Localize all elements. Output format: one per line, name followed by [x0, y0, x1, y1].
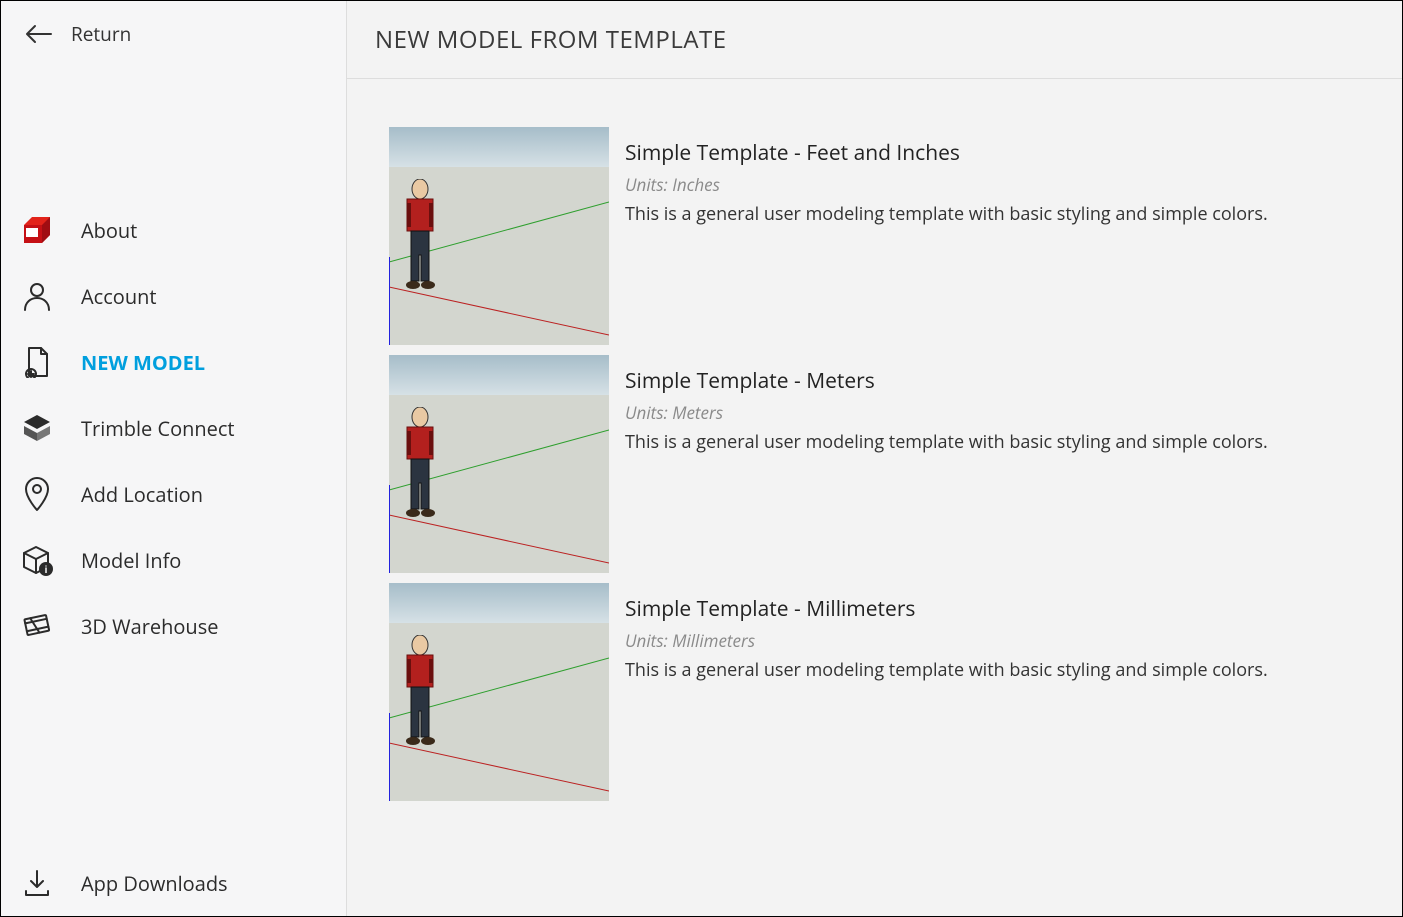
sidebar-item-app-downloads[interactable]: App Downloads — [1, 850, 346, 916]
nav-label: Add Location — [81, 481, 203, 508]
nav-label: App Downloads — [81, 870, 228, 897]
return-button[interactable]: Return — [1, 1, 346, 67]
template-description: This is a general user modeling template… — [625, 430, 1268, 454]
template-units: Units: Millimeters — [625, 629, 1268, 652]
nav-label: NEW MODEL — [81, 349, 205, 376]
sketchup-logo-icon — [19, 212, 55, 248]
svg-text:i: i — [45, 565, 48, 576]
template-description: This is a general user modeling template… — [625, 202, 1268, 226]
template-description: This is a general user modeling template… — [625, 658, 1268, 682]
sidebar-item-new-model[interactable]: NEW MODEL — [1, 329, 346, 395]
nav-label: 3D Warehouse — [81, 613, 218, 640]
sidebar-item-account[interactable]: Account — [1, 263, 346, 329]
person-figure-icon — [395, 635, 445, 750]
arrow-left-icon — [25, 24, 53, 44]
return-label: Return — [71, 21, 131, 47]
sidebar-item-trimble-connect[interactable]: Trimble Connect — [1, 395, 346, 461]
main-panel: NEW MODEL FROM TEMPLATE — [347, 1, 1402, 916]
template-units: Units: Meters — [625, 401, 1268, 424]
model-info-icon: i — [19, 542, 55, 578]
template-text: Simple Template - Millimeters Units: Mil… — [625, 583, 1268, 801]
new-file-icon — [19, 344, 55, 380]
template-feet-inches[interactable]: Simple Template - Feet and Inches Units:… — [389, 127, 1360, 345]
sidebar-nav: About Account NEW MODEL Trimble Connect — [1, 197, 346, 659]
template-title: Simple Template - Feet and Inches — [625, 139, 1268, 167]
template-thumbnail — [389, 127, 609, 345]
app-window: Return About Account NEW MODEL — [1, 1, 1402, 916]
sidebar: Return About Account NEW MODEL — [1, 1, 347, 916]
template-units: Units: Inches — [625, 173, 1268, 196]
person-figure-icon — [395, 179, 445, 294]
template-title: Simple Template - Meters — [625, 367, 1268, 395]
nav-label: About — [81, 217, 137, 244]
download-icon — [19, 865, 55, 901]
sidebar-item-3d-warehouse[interactable]: 3D Warehouse — [1, 593, 346, 659]
template-thumbnail — [389, 583, 609, 801]
template-thumbnail — [389, 355, 609, 573]
template-list: Simple Template - Feet and Inches Units:… — [347, 79, 1402, 859]
nav-label: Trimble Connect — [81, 415, 235, 442]
sidebar-item-model-info[interactable]: i Model Info — [1, 527, 346, 593]
sidebar-item-about[interactable]: About — [1, 197, 346, 263]
trimble-connect-icon — [19, 410, 55, 446]
sidebar-item-add-location[interactable]: Add Location — [1, 461, 346, 527]
template-text: Simple Template - Meters Units: Meters T… — [625, 355, 1268, 573]
location-pin-icon — [19, 476, 55, 512]
user-icon — [19, 278, 55, 314]
template-text: Simple Template - Feet and Inches Units:… — [625, 127, 1268, 345]
warehouse-icon — [19, 608, 55, 644]
template-title: Simple Template - Millimeters — [625, 595, 1268, 623]
person-figure-icon — [395, 407, 445, 522]
page-title: NEW MODEL FROM TEMPLATE — [375, 23, 727, 56]
template-meters[interactable]: Simple Template - Meters Units: Meters T… — [389, 355, 1360, 573]
main-header: NEW MODEL FROM TEMPLATE — [347, 1, 1402, 79]
nav-label: Account — [81, 283, 157, 310]
template-millimeters[interactable]: Simple Template - Millimeters Units: Mil… — [389, 583, 1360, 801]
sidebar-spacer — [1, 67, 346, 197]
nav-label: Model Info — [81, 547, 181, 574]
